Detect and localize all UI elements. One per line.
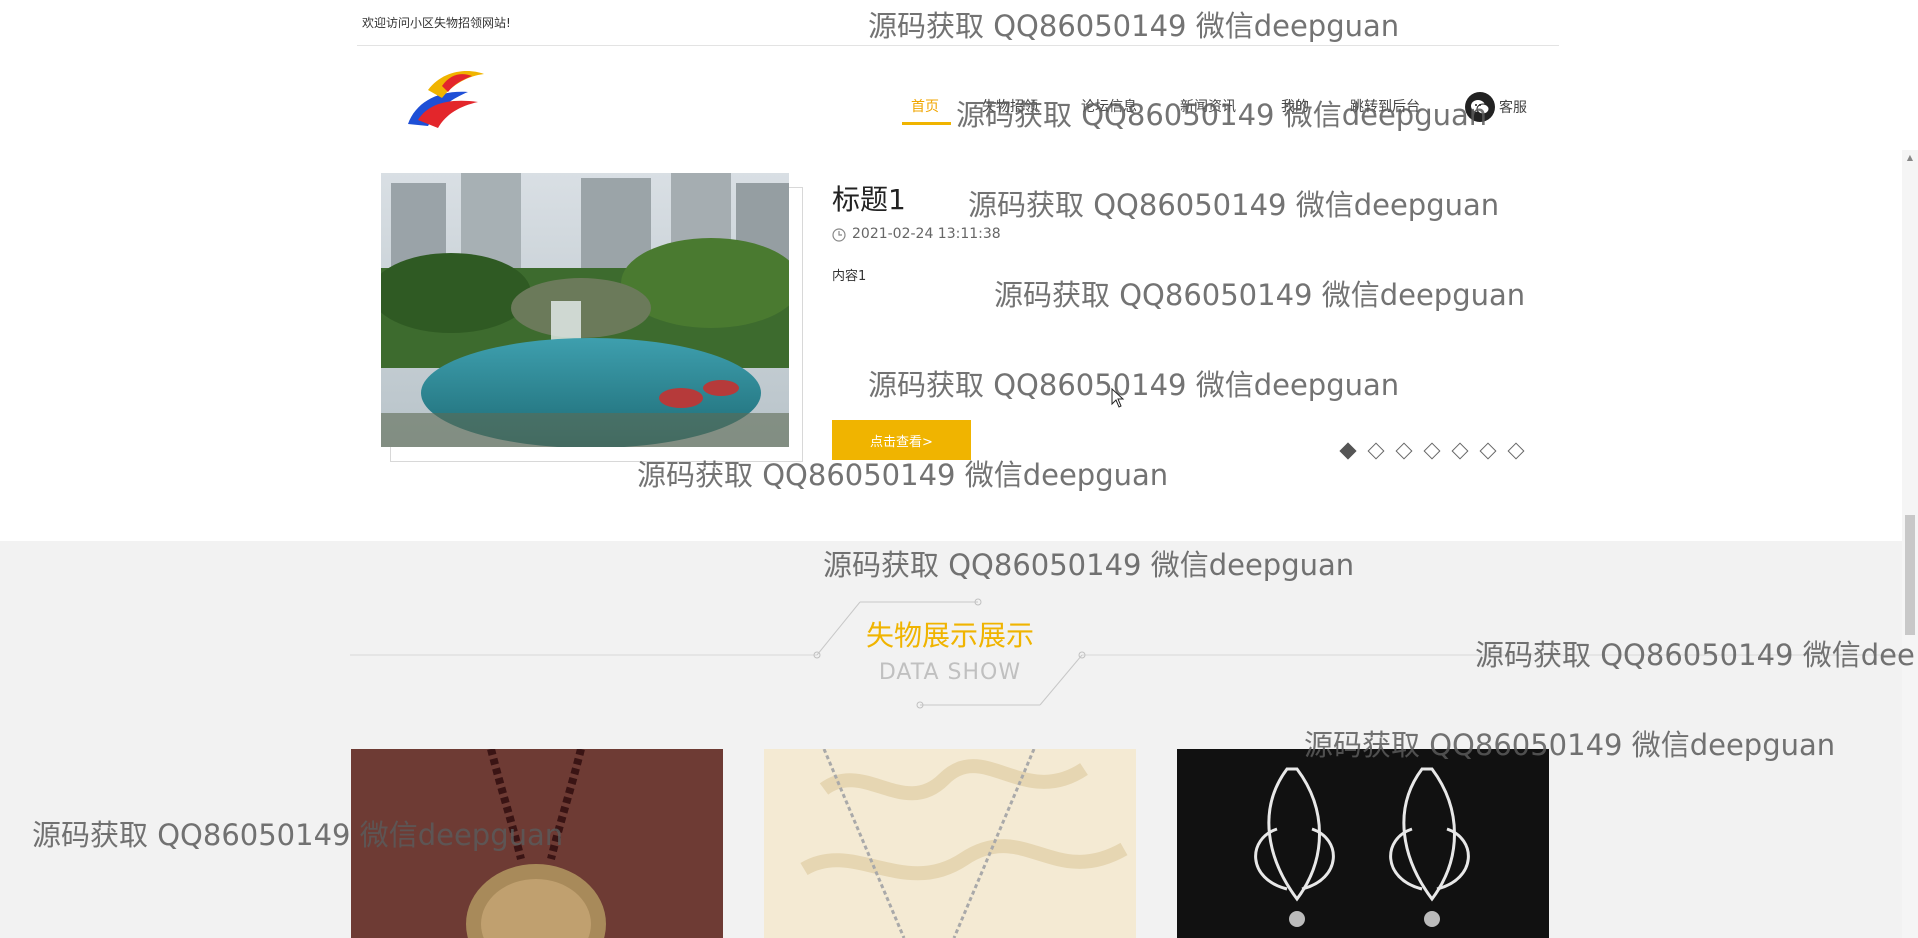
scroll-up-icon[interactable]: ▲ — [1902, 150, 1918, 164]
section-title-decoration — [350, 590, 1910, 710]
watermark: 源码获取 QQ86050149 微信deepguan — [968, 188, 1500, 222]
nav-mine[interactable]: 我的 — [1281, 96, 1309, 116]
product-card-3[interactable] — [1177, 749, 1549, 938]
slider-dot[interactable] — [1423, 442, 1441, 460]
nav-home[interactable]: 首页 — [911, 96, 939, 116]
nav-admin[interactable]: 跳转到后台 — [1350, 96, 1420, 116]
nav-news[interactable]: 新闻资讯 — [1180, 96, 1236, 116]
chat-icon — [1465, 92, 1495, 122]
site-logo[interactable] — [398, 62, 490, 136]
slider-dot[interactable] — [1507, 442, 1525, 460]
top-divider — [357, 45, 1559, 46]
news-date-row: 2021-02-24 13:11:38 — [832, 226, 1001, 242]
showcase-title: 失物展示展示 — [865, 619, 1034, 652]
product-card-2[interactable] — [764, 749, 1136, 938]
product-card-1[interactable] — [351, 749, 723, 938]
news-image[interactable] — [381, 173, 789, 447]
watermark: 源码获取 QQ86050149 微信deepguan — [994, 278, 1526, 312]
nav-lost-found[interactable]: 失物招领 — [982, 96, 1038, 116]
nav-forum[interactable]: 论坛信息 — [1081, 96, 1137, 116]
news-title: 标题1 — [832, 183, 906, 216]
nav-active-indicator — [902, 122, 951, 125]
welcome-text: 欢迎访问小区失物招领网站! — [362, 16, 511, 30]
mouse-cursor-icon — [1111, 387, 1125, 408]
watermark: 源码获取 QQ86050149 微信deepguan — [868, 9, 1400, 43]
view-more-button[interactable]: 点击查看> — [832, 420, 971, 460]
slider-dot[interactable] — [1367, 442, 1385, 460]
showcase-subtitle: DATA SHOW — [878, 660, 1022, 685]
watermark: 源码获取 QQ86050149 微信deepguan — [868, 368, 1400, 402]
slider-dot[interactable] — [1339, 442, 1357, 460]
clock-icon — [832, 227, 846, 242]
news-content: 内容1 — [832, 269, 867, 284]
slider-dot[interactable] — [1451, 442, 1469, 460]
news-date: 2021-02-24 13:11:38 — [852, 226, 1001, 242]
slider-dot[interactable] — [1395, 442, 1413, 460]
slider-dots — [1338, 441, 1526, 461]
slider-dot[interactable] — [1479, 442, 1497, 460]
customer-service[interactable]: 客服 — [1465, 92, 1527, 122]
service-label: 客服 — [1499, 100, 1527, 116]
